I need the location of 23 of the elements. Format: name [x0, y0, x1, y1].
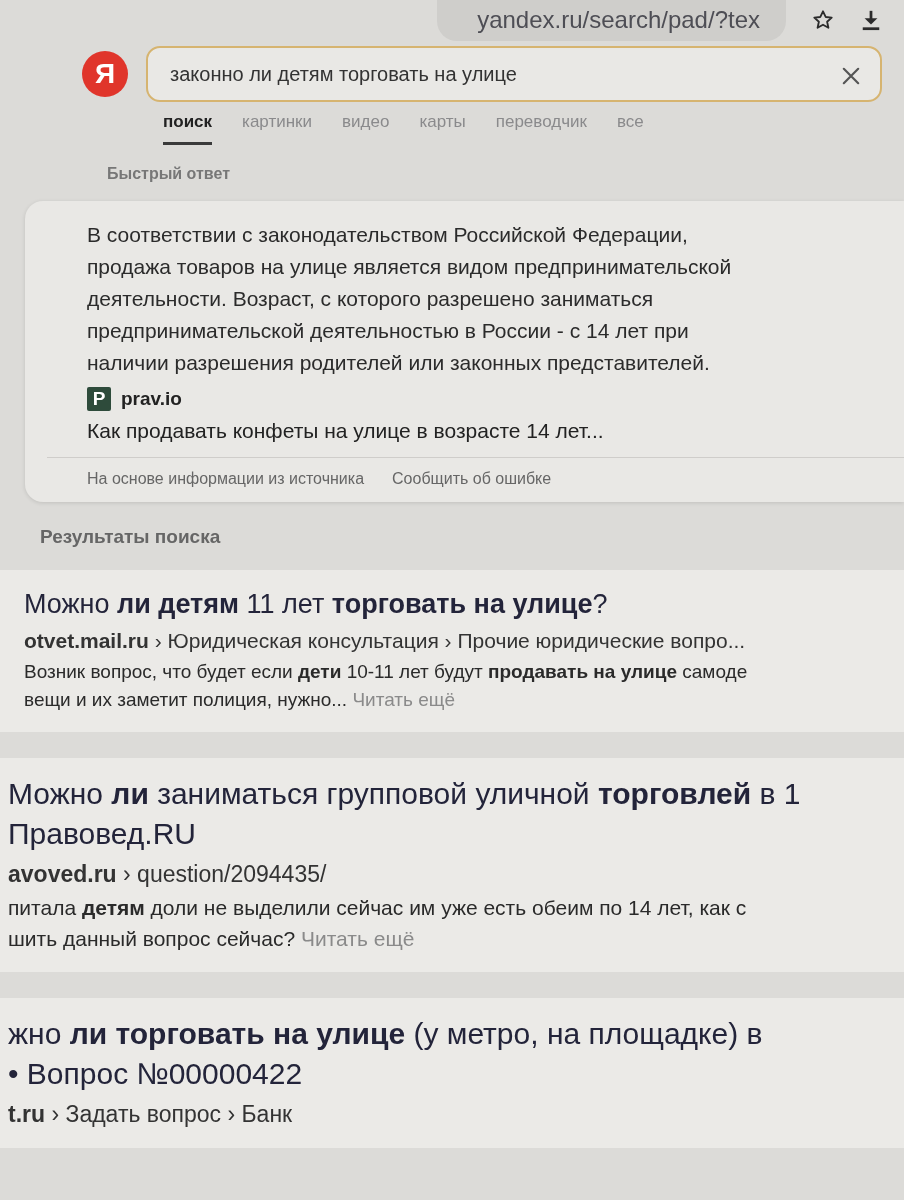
result-title-link[interactable]: Можно ли заниматься групповой уличной торговлей в 1 Правовед.RU: [8, 774, 894, 854]
section-heading: Результаты поиска: [40, 526, 222, 548]
download-icon[interactable]: [860, 9, 882, 31]
result-url-link[interactable]: avoved.ru › question/2094435/: [8, 858, 894, 890]
result-snippet: питала детям доли не выделили сейчас им уже есть обеим по 14 лет, как с шить данный вопрос сейчас? Читать ещё: [8, 895, 748, 952]
source-note: На основе информации из источника: [87, 470, 365, 488]
search-field[interactable]: законно ли детям торговать на улице: [146, 46, 882, 102]
star-icon[interactable]: [812, 9, 834, 31]
result-title-link[interactable]: Можно ли детям 11 лет торговать на улице?: [24, 586, 894, 622]
result-snippet: Возник вопрос, что будет если дети 10-11 лет будут продавать на улице самоде вещи и их заметит полиция, нужно... Читать ещё: [24, 660, 749, 712]
source-link[interactable]: prav.io: [121, 388, 182, 410]
tab[interactable]: поиск: [163, 112, 213, 145]
close-icon[interactable]: [842, 67, 860, 85]
report-error-link[interactable]: Сообщить об ошибке: [392, 470, 552, 488]
answer-text: В соответствии с законодательством Российской Федерации, продажа товаров на улице является видом предпринимательской деятельности. Возраст, с которого разрешено заниматься предпринимательской деятельностью в России - с 14 лет при наличии разрешения родителей или законных представителей.: [87, 222, 733, 376]
section-heading: Быстрый ответ: [107, 165, 231, 183]
site-icon: P: [87, 387, 111, 411]
logo[interactable]: Я: [82, 51, 128, 97]
result-url-link[interactable]: otvet.mail.ru › Юридическая консультация › Прочие юридические вопро...: [24, 626, 894, 656]
result-url-link[interactable]: t.ru › Задать вопрос › Банк: [8, 1098, 894, 1130]
source-article-link[interactable]: Как продавать конфеты на улице в возрасте 14 лет...: [87, 419, 604, 443]
result-title-link[interactable]: жно ли торговать на улице (у метро, на площадке) в • Вопрос №00000422: [8, 1014, 894, 1094]
address-bar[interactable]: yandex.ru/search/pad/?tex: [437, 0, 786, 41]
